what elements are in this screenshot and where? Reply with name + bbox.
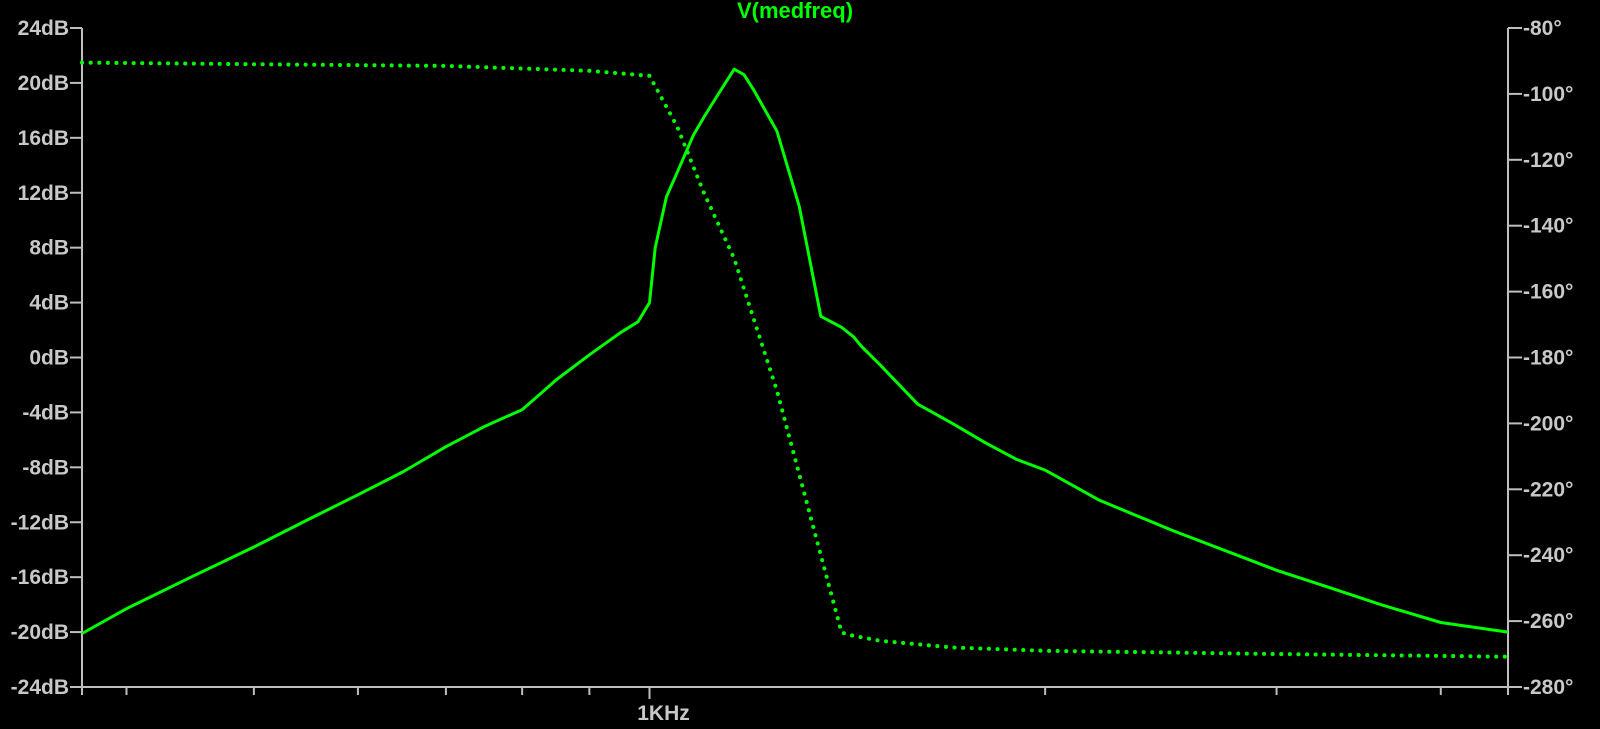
right-tick-label: -260° — [1523, 610, 1573, 633]
right-tick-label: -140° — [1523, 215, 1573, 238]
left-tick-label: -16dB — [11, 566, 69, 589]
right-tick-label: -240° — [1523, 544, 1573, 567]
x-tick-label: 1KHz — [637, 702, 690, 725]
right-tick-label: -120° — [1523, 149, 1573, 172]
right-tick-label: -80° — [1523, 17, 1562, 40]
right-tick-label: -200° — [1523, 412, 1573, 435]
chart-title: V(medfreq) — [737, 0, 853, 23]
right-tick-label: -180° — [1523, 347, 1573, 370]
left-tick-label: 24dB — [18, 17, 69, 40]
left-tick-label: 20dB — [18, 72, 69, 95]
plot-background — [0, 0, 1600, 729]
right-tick-label: -160° — [1523, 281, 1573, 304]
left-tick-label: -24dB — [11, 676, 69, 699]
left-tick-label: 12dB — [18, 182, 69, 205]
left-tick-label: -8dB — [22, 456, 69, 479]
right-tick-label: -100° — [1523, 83, 1573, 106]
left-tick-label: -4dB — [22, 401, 69, 424]
bode-plot: V(medfreq) 24dB 20dB 16dB 12dB 8dB 4dB 0dB -4dB… — [0, 0, 1600, 729]
left-tick-label: 0dB — [29, 347, 69, 370]
left-tick-label: -20dB — [11, 621, 69, 644]
left-tick-label: 8dB — [29, 237, 69, 260]
left-tick-label: 4dB — [29, 292, 69, 315]
left-tick-label: -12dB — [11, 511, 69, 534]
left-tick-label: 16dB — [18, 127, 69, 150]
right-tick-label: -280° — [1523, 676, 1573, 699]
right-tick-label: -220° — [1523, 478, 1573, 501]
